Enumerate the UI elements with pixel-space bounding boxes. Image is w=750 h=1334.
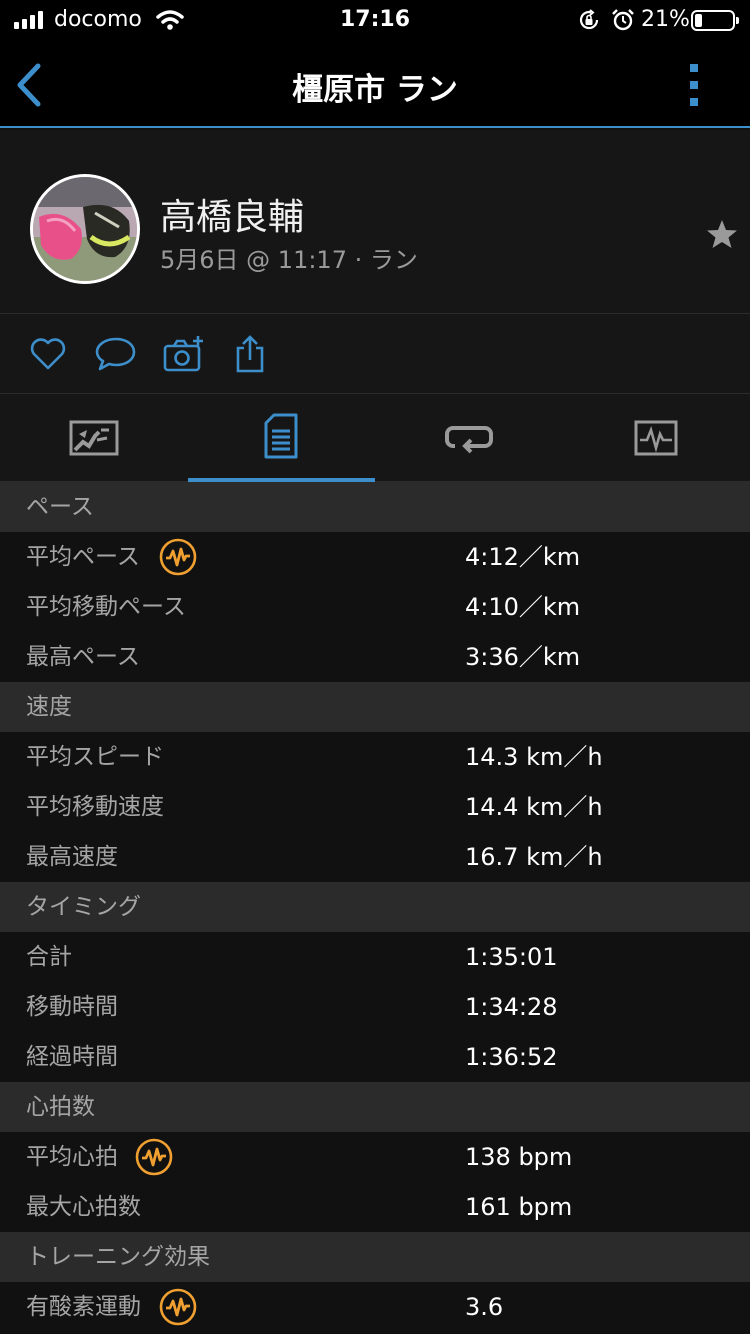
avatar[interactable] xyxy=(30,174,140,284)
page-title: 橿原市 ラン xyxy=(292,72,458,108)
stat-label: 最高ペース xyxy=(26,644,140,670)
stat-value: 14.4 km／h xyxy=(465,793,603,821)
favorite-star-icon[interactable] xyxy=(706,218,738,250)
stat-label: 移動時間 xyxy=(26,994,118,1020)
section-header-pace: ペース xyxy=(0,482,750,532)
stat-label: 有酸素運動 xyxy=(26,1294,141,1320)
stat-row-elapsed-time: 経過時間 1:36:52 xyxy=(0,1032,750,1082)
battery-icon xyxy=(691,10,739,31)
stat-value: 4:12／km xyxy=(465,543,581,571)
heart-rate-badge-icon[interactable] xyxy=(159,1288,197,1326)
heart-rate-badge-icon[interactable] xyxy=(135,1138,173,1176)
rotation-lock-icon xyxy=(579,9,599,30)
stat-label: 最高速度 xyxy=(26,844,118,870)
stat-label: 最大心拍数 xyxy=(26,1194,141,1220)
user-name[interactable]: 高橋良輔 xyxy=(160,188,304,240)
stat-row-best-pace: 最高ペース 3:36／km xyxy=(0,632,750,682)
action-bar xyxy=(0,314,750,394)
laps-icon xyxy=(444,426,493,454)
tab-map[interactable] xyxy=(0,394,188,482)
stat-label: 平均ペース xyxy=(26,544,140,570)
alarm-icon xyxy=(612,9,634,31)
stat-value: 138 bpm xyxy=(465,1143,573,1171)
clock: 17:16 xyxy=(339,7,411,32)
stat-label: 経過時間 xyxy=(26,1044,118,1070)
stat-label: 平均心拍 xyxy=(26,1144,118,1170)
stat-row-max-speed: 最高速度 16.7 km／h xyxy=(0,832,750,882)
stat-row-avg-heart-rate: 平均心拍 138 bpm xyxy=(0,1132,750,1182)
add-photo-icon[interactable] xyxy=(162,334,206,374)
tab-charts[interactable] xyxy=(563,394,750,482)
section-header-training-effect: トレーニング効果 xyxy=(0,1232,750,1282)
comment-icon[interactable] xyxy=(94,334,138,374)
stat-row-avg-pace: 平均ペース 4:12／km xyxy=(0,532,750,582)
stat-label: 平均移動速度 xyxy=(26,794,164,820)
stat-value: 161 bpm xyxy=(465,1193,573,1221)
stat-value: 1:34:28 xyxy=(465,993,558,1021)
more-options-button[interactable] xyxy=(686,62,702,108)
stat-label: 平均移動ペース xyxy=(26,594,186,620)
map-icon xyxy=(69,420,119,456)
stat-row-aerobic: 有酸素運動 3.6 xyxy=(0,1282,750,1332)
activity-meta: 5月6日 @ 11:17 · ラン xyxy=(160,246,418,274)
battery-percent: 21% xyxy=(641,7,690,32)
stat-value: 16.7 km／h xyxy=(465,843,603,871)
activity-header: 高橋良輔 5月6日 @ 11:17 · ラン xyxy=(0,130,750,314)
stat-row-moving-time: 移動時間 1:34:28 xyxy=(0,982,750,1032)
stat-value: 14.3 km／h xyxy=(465,743,603,771)
stat-row-max-heart-rate: 最大心拍数 161 bpm xyxy=(0,1182,750,1232)
section-header-speed: 速度 xyxy=(0,682,750,732)
avatar-image xyxy=(33,177,137,281)
stat-row-total-time: 合計 1:35:01 xyxy=(0,932,750,982)
section-header-heart-rate: 心拍数 xyxy=(0,1082,750,1132)
stat-row-avg-moving-speed: 平均移動速度 14.4 km／h xyxy=(0,782,750,832)
stats-list: ペース 平均ペース 4:12／km 平均移動ペース 4:10／km 最高ペース … xyxy=(0,482,750,1332)
tab-laps[interactable] xyxy=(375,394,563,482)
tab-stats[interactable] xyxy=(187,394,375,482)
stat-label: 平均スピード xyxy=(26,744,164,770)
stat-value: 3.6 xyxy=(465,1293,504,1321)
heart-icon[interactable] xyxy=(28,334,68,374)
charts-icon xyxy=(634,420,678,456)
status-bar: docomo 17:16 21% xyxy=(0,0,750,40)
stat-value: 1:35:01 xyxy=(465,943,558,971)
stat-row-avg-speed: 平均スピード 14.3 km／h xyxy=(0,732,750,782)
stat-value: 4:10／km xyxy=(465,593,581,621)
nav-bar: 橿原市 ラン xyxy=(0,40,750,128)
stat-value: 3:36／km xyxy=(465,643,581,671)
stat-label: 合計 xyxy=(26,944,72,970)
stat-row-avg-moving-pace: 平均移動ペース 4:10／km xyxy=(0,582,750,632)
activity-tabs xyxy=(0,394,750,482)
stat-value: 1:36:52 xyxy=(465,1043,558,1071)
stats-icon xyxy=(264,413,298,459)
heart-rate-badge-icon[interactable] xyxy=(159,538,197,576)
share-icon[interactable] xyxy=(232,334,268,374)
section-header-timing: タイミング xyxy=(0,882,750,932)
